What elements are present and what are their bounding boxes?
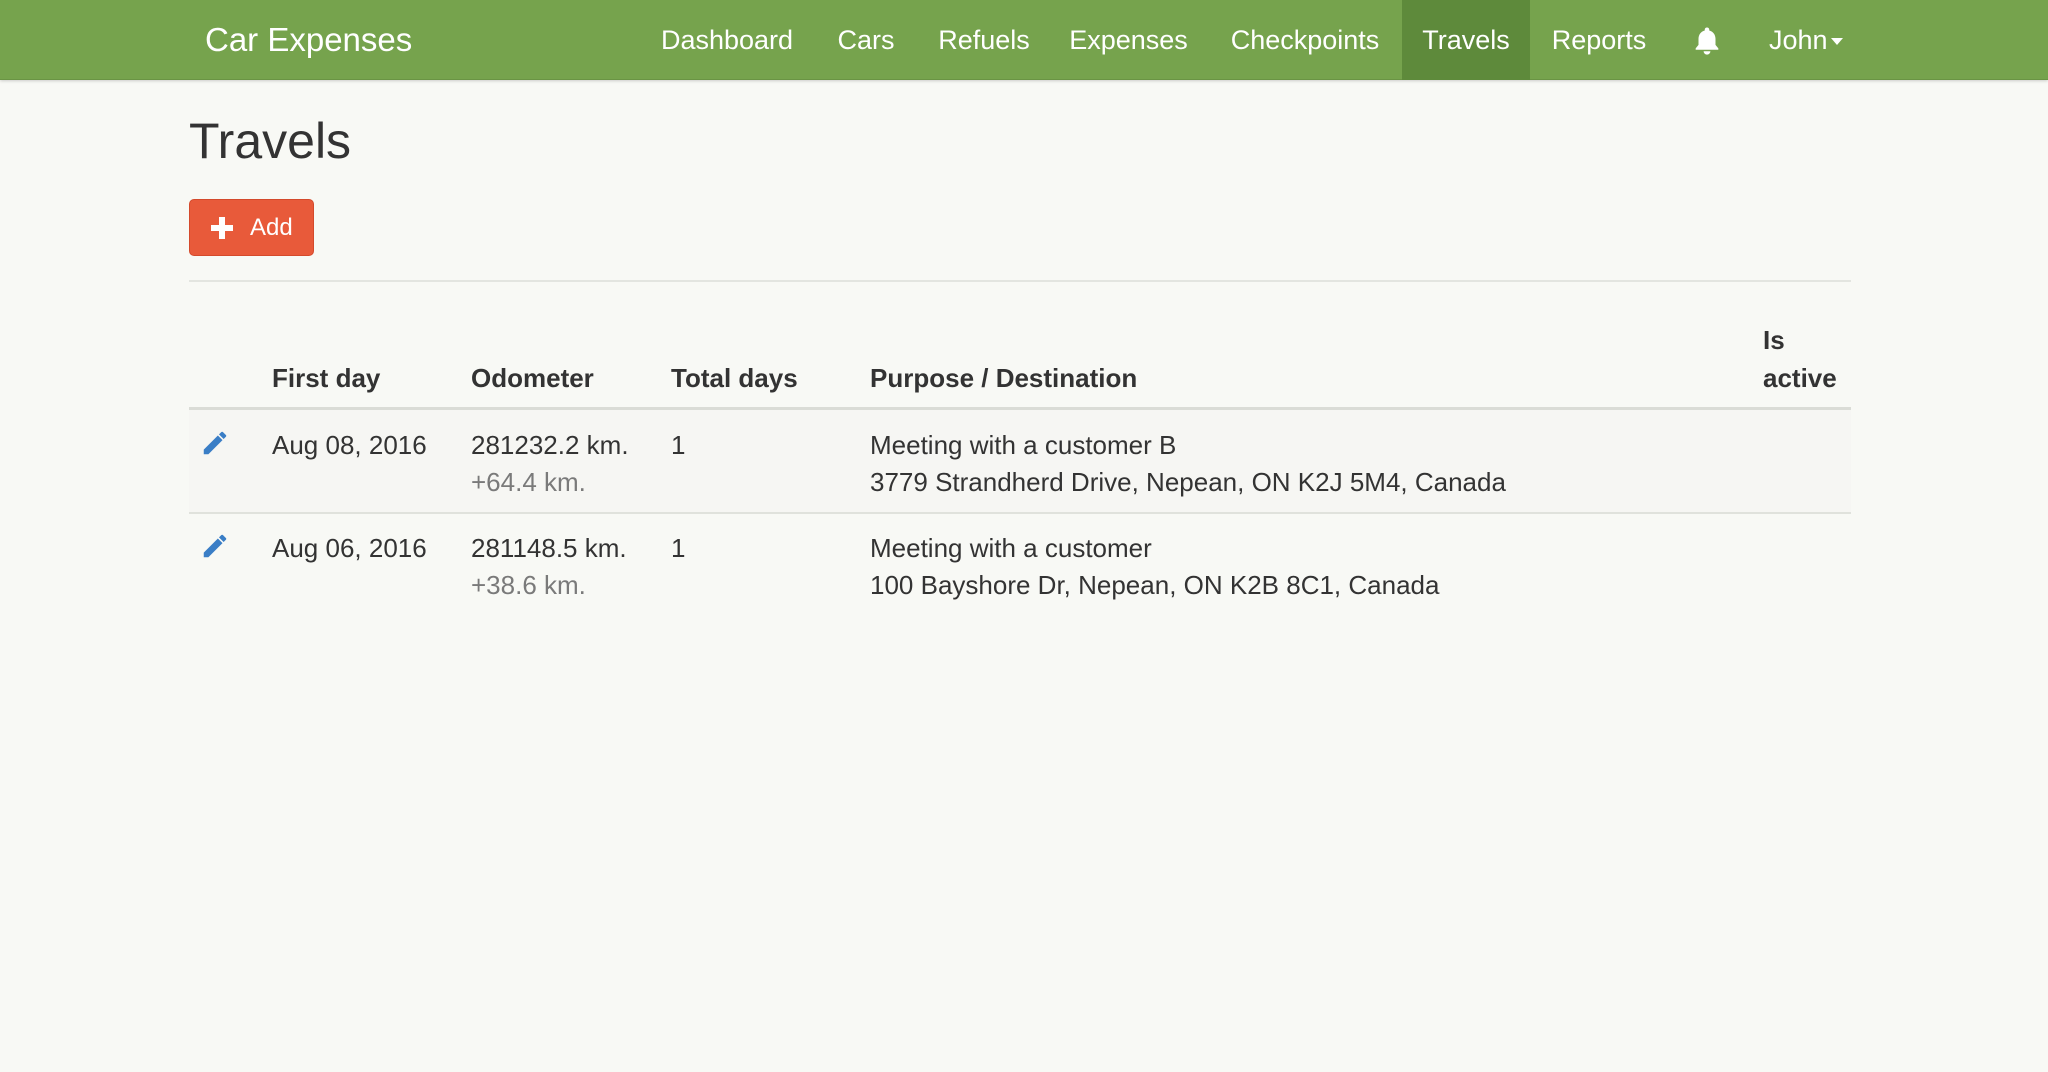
total-days-cell: 1 bbox=[671, 533, 686, 563]
bell-icon[interactable] bbox=[1690, 24, 1724, 58]
add-button-label: Add bbox=[250, 214, 293, 241]
nav-expenses[interactable]: Expenses bbox=[1052, 0, 1205, 80]
plus-icon bbox=[211, 217, 233, 239]
odometer-cell: 281148.5 km. bbox=[471, 533, 627, 563]
user-name: John bbox=[1769, 25, 1828, 55]
nav-checkpoints[interactable]: Checkpoints bbox=[1212, 0, 1398, 80]
purpose-cell: Meeting with a customer B bbox=[870, 430, 1177, 460]
distance-delta: +38.6 km. bbox=[471, 570, 586, 600]
header-purpose-destination: Purpose / Destination bbox=[870, 363, 1138, 393]
odometer-cell: 281232.2 km. bbox=[471, 430, 629, 460]
nav-travels[interactable]: Travels bbox=[1402, 0, 1530, 80]
nav-dashboard[interactable]: Dashboard bbox=[648, 0, 806, 80]
destination-cell: 100 Bayshore Dr, Nepean, ON K2B 8C1, Can… bbox=[870, 570, 1440, 600]
nav-refuels[interactable]: Refuels bbox=[926, 0, 1042, 80]
distance-delta: +64.4 km. bbox=[471, 467, 586, 497]
total-days-cell: 1 bbox=[671, 430, 686, 460]
divider bbox=[189, 280, 1851, 282]
header-is-active-line2: active bbox=[1763, 363, 1837, 393]
brand-link[interactable]: Car Expenses bbox=[205, 0, 412, 80]
purpose-cell: Meeting with a customer bbox=[870, 533, 1152, 563]
header-first-day: First day bbox=[272, 363, 381, 393]
user-menu[interactable]: John bbox=[1769, 0, 1843, 80]
destination-cell: 3779 Strandherd Drive, Nepean, ON K2J 5M… bbox=[870, 467, 1506, 497]
first-day-cell: Aug 08, 2016 bbox=[272, 430, 427, 460]
nav-reports[interactable]: Reports bbox=[1535, 0, 1663, 80]
header-is-active-line1: Is bbox=[1763, 325, 1785, 355]
nav-cars[interactable]: Cars bbox=[816, 0, 916, 80]
first-day-cell: Aug 06, 2016 bbox=[272, 533, 427, 563]
add-travel-button[interactable]: Add bbox=[189, 199, 314, 256]
header-odometer: Odometer bbox=[471, 363, 594, 393]
pencil-icon[interactable] bbox=[200, 428, 230, 458]
header-total-days: Total days bbox=[671, 363, 798, 393]
page-title: Travels bbox=[189, 113, 352, 169]
row-divider bbox=[189, 512, 1851, 514]
top-navbar: Car Expenses Dashboard Cars Refuels Expe… bbox=[0, 0, 2048, 80]
chevron-down-icon bbox=[1830, 38, 1843, 46]
pencil-icon[interactable] bbox=[200, 531, 230, 561]
